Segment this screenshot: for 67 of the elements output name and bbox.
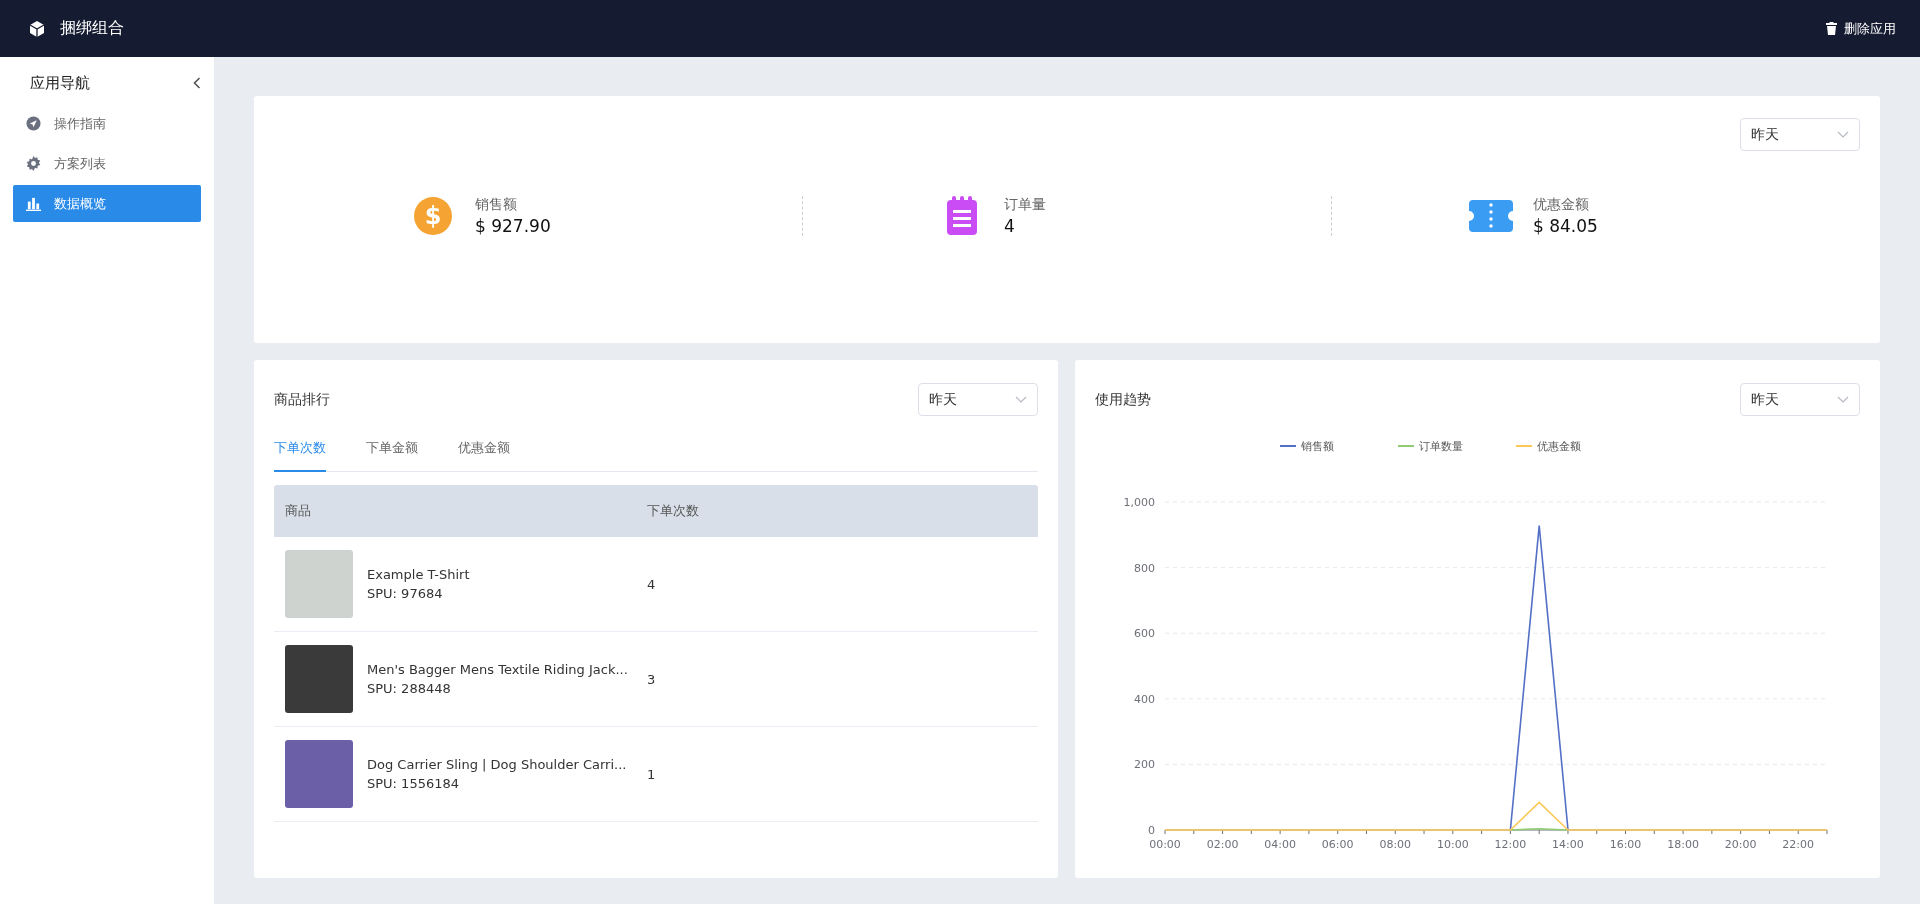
photo-placeholder: [285, 740, 353, 808]
product-name: Dog Carrier Sling | Dog Shoulder Carri...: [367, 757, 627, 772]
tab[interactable]: 下单次数: [274, 431, 326, 472]
stat-value: 4: [1004, 216, 1016, 236]
x-tick-label: 12:00: [1494, 838, 1527, 851]
period-dropdown[interactable]: 昨天: [918, 383, 1038, 416]
stat-label: 销售额: [475, 196, 518, 214]
stat-value: $ 927.90: [475, 216, 552, 236]
x-tick-label: 20:00: [1724, 838, 1757, 851]
y-tick-label: 800: [1134, 561, 1155, 575]
x-tick-label: 18:00: [1667, 838, 1699, 851]
x-tick-label: 22:00: [1782, 838, 1815, 851]
x-tick-label: 04:00: [1264, 838, 1296, 851]
product-name: Men's Bagger Mens Textile Riding Jack...: [367, 662, 628, 677]
legend-item[interactable]: 销售额: [1280, 440, 1334, 453]
tab[interactable]: 下单金额: [366, 431, 418, 472]
stat-label: 订单量: [1004, 196, 1047, 214]
trash-icon: [1826, 22, 1837, 35]
sidebar-item[interactable]: 方案列表: [13, 145, 201, 182]
card-title: 商品排行: [274, 390, 330, 409]
order-count: 1: [647, 766, 656, 782]
x-tick-label: 06:00: [1321, 838, 1354, 851]
legend-label: 销售额: [1300, 440, 1334, 453]
sidebar-item[interactable]: 操作指南: [13, 105, 201, 142]
product-spu: SPU: 97684: [367, 586, 444, 601]
dollar-icon: $: [413, 196, 453, 236]
bar-chart-icon: [26, 196, 41, 211]
column-header: 商品: [284, 502, 312, 520]
chevron-down-icon: [1015, 395, 1027, 404]
x-tick-label: 14:00: [1552, 838, 1584, 851]
column-header: 下单次数: [647, 502, 699, 520]
chevron-down-icon: [1837, 395, 1849, 404]
gear-icon: [26, 156, 41, 171]
app-title: 捆绑组合: [60, 18, 124, 39]
y-tick-label: 1,000: [1123, 496, 1155, 509]
collapse-chevron-icon[interactable]: [193, 77, 201, 89]
product-name: Example T-Shirt: [367, 567, 470, 582]
photo-placeholder: [285, 645, 353, 713]
x-tick-label: 10:00: [1436, 838, 1469, 851]
stat-value: $ 84.05: [1533, 216, 1599, 236]
delete-app-button[interactable]: 删除应用: [1826, 19, 1896, 38]
legend-label: 优惠金额: [1537, 440, 1581, 453]
cube-icon: [28, 19, 46, 38]
legend-item[interactable]: 优惠金额: [1516, 440, 1581, 453]
period-dropdown[interactable]: 昨天: [1740, 118, 1860, 151]
x-tick-label: 16:00: [1609, 838, 1642, 851]
tab[interactable]: 优惠金额: [458, 431, 510, 472]
order-count: 3: [647, 671, 656, 687]
sidebar-item[interactable]: 数据概览: [13, 185, 201, 222]
photo-placeholder: [285, 550, 353, 618]
product-spu: SPU: 288448: [367, 681, 452, 696]
card-title: 使用趋势: [1095, 390, 1151, 409]
x-tick-label: 08:00: [1379, 838, 1412, 851]
y-tick-label: 0: [1148, 824, 1155, 837]
chevron-down-icon: [1837, 130, 1849, 139]
x-tick-label: 02:00: [1206, 838, 1239, 851]
legend-label: 订单数量: [1419, 440, 1463, 453]
stat-label: 优惠金额: [1533, 196, 1590, 214]
order-count: 4: [647, 576, 656, 592]
x-tick-label: 00:00: [1149, 838, 1181, 851]
y-tick-label: 200: [1134, 758, 1155, 772]
y-tick-label: 600: [1134, 627, 1155, 641]
sidebar-title: 应用导航: [30, 73, 90, 93]
product-spu: SPU: 1556184: [367, 776, 460, 791]
period-dropdown[interactable]: 昨天: [1740, 383, 1860, 416]
y-tick-label: 400: [1134, 692, 1155, 706]
legend-item[interactable]: 订单数量: [1398, 440, 1463, 453]
